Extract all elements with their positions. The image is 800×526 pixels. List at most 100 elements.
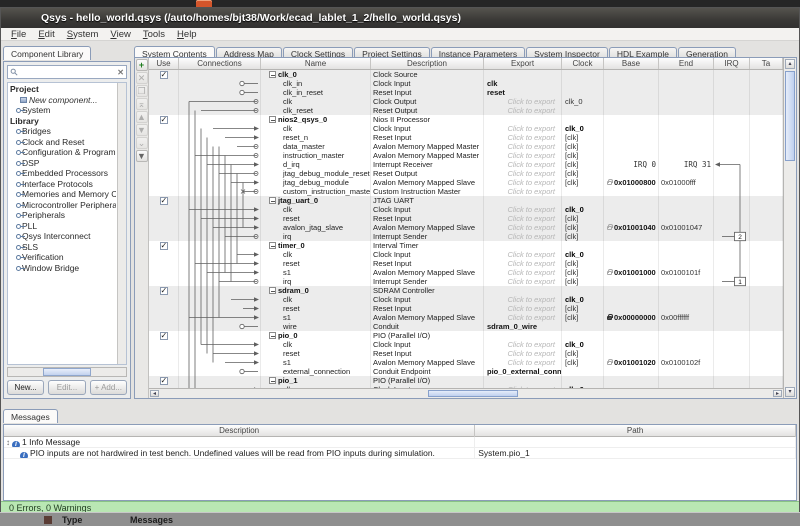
tab-clock-settings[interactable]: Clock Settings <box>283 47 353 57</box>
cell-clock[interactable]: [clk] <box>562 232 604 241</box>
tab-messages[interactable]: Messages <box>3 409 58 423</box>
cell-name[interactable]: clk <box>261 340 371 349</box>
cell-clock[interactable] <box>562 70 604 79</box>
export-value[interactable]: reset <box>487 88 505 97</box>
window-titlebar[interactable]: Qsys - hello_world.qsys (/auto/homes/bjt… <box>1 8 799 28</box>
cell-connections[interactable] <box>179 241 261 250</box>
cell-export[interactable]: Click to export <box>484 151 562 160</box>
cell-name[interactable]: reset_n <box>261 133 371 142</box>
tree-item-memories-and-memory-contro[interactable]: Memories and Memory Contro <box>10 189 116 200</box>
base-address[interactable]: 0x01001000 <box>614 268 656 277</box>
cell-connections[interactable] <box>179 313 261 322</box>
column-header-irq[interactable]: IRQ <box>714 58 750 69</box>
cell-name[interactable]: pio_0 <box>261 331 371 340</box>
cell-connections[interactable] <box>179 88 261 97</box>
tree-item-verification[interactable]: Verification <box>10 252 116 263</box>
cell-irq[interactable] <box>714 259 750 268</box>
tree-item-window-bridge[interactable]: Window Bridge <box>10 263 116 274</box>
cell-base[interactable] <box>604 133 659 142</box>
cell-base[interactable] <box>604 340 659 349</box>
menu-help[interactable]: Help <box>171 29 203 40</box>
cell-clock[interactable]: [clk] <box>562 142 604 151</box>
cell-irq[interactable] <box>714 241 750 250</box>
lock-closed-icon[interactable] <box>607 316 612 320</box>
cell-name[interactable]: s1 <box>261 313 371 322</box>
cell-connections[interactable] <box>179 286 261 295</box>
export-placeholder[interactable]: Click to export <box>487 205 561 214</box>
tree-item-bridges[interactable]: Bridges <box>10 126 116 137</box>
cell-irq[interactable] <box>714 223 750 232</box>
cell-connections[interactable] <box>179 331 261 340</box>
cell-base[interactable]: 0x01001020 <box>604 358 659 367</box>
collapse-icon[interactable] <box>269 71 276 78</box>
cell-clock[interactable]: [clk] <box>562 304 604 313</box>
cell-connections[interactable] <box>179 205 261 214</box>
cell-use[interactable] <box>149 241 179 250</box>
table-vertical-scrollbar[interactable]: ▴ ▾ <box>783 58 796 398</box>
tree-vertical-scrollbar[interactable] <box>117 83 126 364</box>
table-row[interactable]: clk_resetReset OutputClick to export <box>149 106 783 115</box>
tree-item-pll[interactable]: PLL <box>10 221 116 232</box>
cell-clock[interactable] <box>562 286 604 295</box>
table-row[interactable]: clkClock InputClick to exportclk_0 <box>149 205 783 214</box>
column-header-use[interactable]: Use <box>149 58 179 69</box>
cell-clock[interactable]: [clk] <box>562 160 604 169</box>
table-row[interactable]: clkClock InputClick to exportclk_0 <box>149 340 783 349</box>
use-checkbox[interactable] <box>160 287 168 295</box>
cell-base[interactable] <box>604 277 659 286</box>
table-row[interactable]: wireConduitsdram_0_wire <box>149 322 783 331</box>
cell-base[interactable] <box>604 349 659 358</box>
cell-clock[interactable]: [clk] <box>562 259 604 268</box>
cell-irq[interactable] <box>714 70 750 79</box>
cell-base[interactable] <box>604 124 659 133</box>
cell-connections[interactable] <box>179 124 261 133</box>
table-row[interactable]: jtag_debug_module_resetReset OutputClick… <box>149 169 783 178</box>
cell-connections[interactable] <box>179 304 261 313</box>
cell-base[interactable] <box>604 241 659 250</box>
cell-connections[interactable] <box>179 97 261 106</box>
cell-base[interactable] <box>604 259 659 268</box>
cell-clock[interactable]: clk_0 <box>562 205 604 214</box>
cell-connections[interactable] <box>179 79 261 88</box>
cell-irq[interactable] <box>714 367 750 376</box>
table-row[interactable]: timer_0Interval Timer <box>149 241 783 250</box>
tree-item-qsys-interconnect[interactable]: Qsys Interconnect <box>10 231 116 242</box>
export-placeholder[interactable]: Click to export <box>487 313 561 322</box>
cell-connections[interactable] <box>179 151 261 160</box>
column-header-name[interactable]: Name <box>261 58 371 69</box>
table-row[interactable]: d_irqInterrupt ReceiverClick to export[c… <box>149 160 783 169</box>
table-row[interactable]: external_connectionConduit Endpointpio_0… <box>149 367 783 376</box>
tree-item-new-component-[interactable]: New component... <box>10 95 116 106</box>
table-row[interactable]: pio_1PIO (Parallel I/O) <box>149 376 783 385</box>
cell-name[interactable]: reset <box>261 214 371 223</box>
cell-connections[interactable] <box>179 214 261 223</box>
filter-icon[interactable]: ▼ <box>136 150 148 162</box>
messages-column-path[interactable]: Path <box>475 425 796 437</box>
cell-export[interactable]: Click to export <box>484 358 562 367</box>
export-placeholder[interactable]: Click to export <box>487 277 561 286</box>
cell-base[interactable] <box>604 196 659 205</box>
cell-name[interactable]: irq <box>261 232 371 241</box>
tab-system-contents[interactable]: System Contents <box>134 46 215 57</box>
cell-base[interactable]: 0x01000800 <box>604 178 659 187</box>
export-placeholder[interactable]: Click to export <box>487 142 561 151</box>
scroll-right-icon[interactable]: ▸ <box>773 390 782 397</box>
tab-project-settings[interactable]: Project Settings <box>354 47 430 57</box>
cell-connections[interactable] <box>179 133 261 142</box>
cell-irq[interactable] <box>714 178 750 187</box>
cell-clock[interactable]: clk_0 <box>562 250 604 259</box>
cell-base[interactable] <box>604 295 659 304</box>
cell-export[interactable]: sdram_0_wire <box>484 322 562 331</box>
lock-open-icon[interactable] <box>607 271 612 275</box>
cell-connections[interactable] <box>179 178 261 187</box>
tree-item-configuration-programming[interactable]: Configuration & Programming <box>10 147 116 158</box>
scrollbar-thumb[interactable] <box>785 71 795 161</box>
collapse-icon[interactable] <box>269 116 276 123</box>
table-row[interactable]: sdram_0SDRAM Controller <box>149 286 783 295</box>
cell-base[interactable] <box>604 205 659 214</box>
cell-base[interactable] <box>604 367 659 376</box>
export-placeholder[interactable]: Click to export <box>487 340 561 349</box>
cell-export[interactable]: Click to export <box>484 340 562 349</box>
collapse-icon[interactable] <box>269 332 276 339</box>
cell-base[interactable] <box>604 214 659 223</box>
